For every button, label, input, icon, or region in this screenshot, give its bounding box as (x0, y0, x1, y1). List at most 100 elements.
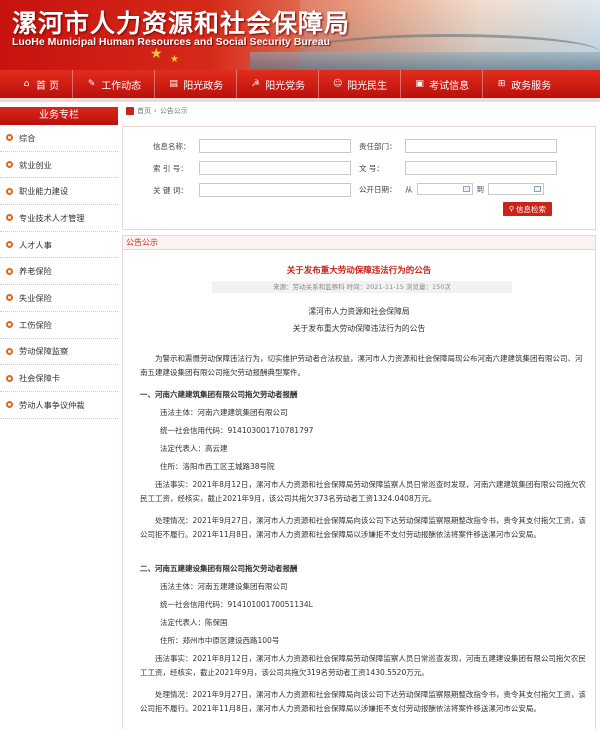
calendar-icon[interactable] (534, 186, 541, 192)
section-1-legal-rep: 法定代表人：高云建 (160, 444, 228, 453)
section-1-handling: 处理情况：2021年9月27日，漯河市人力资源和社会保障局向该公司下达劳动保障监… (140, 516, 586, 539)
article-title: 关于发布重大劳动保障违法行为的公告 (286, 266, 432, 276)
sidebar-header: 业务专栏 (0, 107, 118, 125)
sidebar-item-vocational-skills[interactable]: 职业能力建设 (0, 178, 118, 206)
sidebar-item-unemployment[interactable]: 失业保险 (0, 285, 118, 312)
index-no-label: 索 引 号： (153, 163, 188, 173)
responsible-dept-input[interactable] (405, 139, 557, 153)
section-2-legal-rep: 法定代表人：陈保国 (160, 618, 228, 627)
date-to-input[interactable] (488, 183, 544, 195)
sidebar-item-work-injury[interactable]: 工伤保险 (0, 312, 118, 339)
section-1-address: 住所：洛阳市西工区王城路38号院 (160, 462, 275, 471)
section-1-facts: 违法事实：2021年8月12日，漯河市人力资源和社会保障局劳动保障监察人员日常巡… (140, 480, 586, 503)
document-icon: ▤ (169, 78, 178, 89)
calendar-icon[interactable] (462, 186, 470, 192)
party-emblem-icon: ☭ (251, 78, 260, 89)
article-meta: 来源：劳动关系和监察科 时间：2021-11-15 浏览量：150次 (212, 281, 512, 293)
site-title: 漯河市人力资源和社会保障局 (12, 9, 351, 38)
star-icon: ★ (170, 54, 179, 65)
site-banner: ★ ★ 漯河市人力资源和社会保障局 LuoHe Municipal Human … (0, 0, 600, 70)
notice-section-title: 公告公示 (123, 236, 595, 250)
sidebar-item-general[interactable]: 综合 (0, 125, 118, 152)
section-1-entity: 违法主体：河南六建建筑集团有限公司 (160, 408, 288, 417)
bullet-icon (6, 134, 13, 142)
keywords-label: 关 键 词： (153, 185, 188, 195)
sidebar-item-arbitration[interactable]: 劳动人事争议仲裁 (0, 392, 118, 419)
nav-work-news[interactable]: ✎ 工作动态 (73, 70, 156, 98)
nav-government-affairs[interactable]: ▤ 阳光政务 (155, 70, 238, 98)
section-2-entity: 违法主体：河南五建建设集团有限公司 (160, 582, 288, 591)
bullet-icon (6, 241, 13, 249)
main-nav: ⌂ 首 页 ✎ 工作动态 ▤ 阳光政务 ☭ 阳光党务 ☺ 阳光民生 ▣ 考试信息… (0, 70, 600, 98)
index-no-input[interactable] (199, 161, 351, 175)
sidebar-item-employment[interactable]: 就业创业 (0, 152, 118, 179)
breadcrumb-home[interactable]: 首页 (137, 106, 151, 116)
nav-livelihood[interactable]: ☺ 阳光民生 (319, 70, 402, 98)
nav-label: 工作动态 (101, 80, 142, 92)
date-from-label: 从 (405, 184, 413, 194)
bullet-icon (6, 321, 13, 329)
search-icon: ⚲ (508, 205, 514, 213)
bullet-icon (6, 187, 13, 195)
search-button-label: 信息检索 (516, 204, 546, 214)
doc-no-label: 文 号： (359, 163, 384, 173)
grid-icon: ⊞ (497, 78, 506, 89)
sidebar-item-talent-personnel[interactable]: 人才人事 (0, 232, 118, 259)
bullet-icon (6, 374, 13, 382)
info-search-button[interactable]: ⚲ 信息检索 (502, 202, 552, 216)
home-icon (126, 107, 134, 115)
sidebar-item-label: 工伤保险 (19, 319, 52, 330)
people-icon: ☺ (332, 78, 343, 89)
section-2-facts: 违法事实：2021年8月12日，漯河市人力资源和社会保障局劳动保障监察人员日常巡… (140, 654, 586, 677)
sidebar-item-labor-inspection[interactable]: 劳动保障监察 (0, 339, 118, 366)
sidebar-item-social-security-card[interactable]: 社会保障卡 (0, 365, 118, 392)
section-2-credit-code: 统一社会信用代码：91410100170051134L (160, 600, 313, 609)
article-issuer: 漯河市人力资源和社会保障局 (308, 307, 410, 316)
sidebar-item-label: 职业能力建设 (19, 186, 69, 197)
sidebar-item-label: 社会保障卡 (19, 373, 60, 384)
sidebar-item-pension[interactable]: 养老保险 (0, 258, 118, 286)
breadcrumb-current[interactable]: 公告公示 (160, 106, 188, 116)
date-to-label: 到 (476, 184, 485, 194)
sidebar-item-label: 劳动人事争议仲裁 (19, 399, 85, 410)
nav-label: 阳光党务 (265, 80, 306, 92)
bullet-icon (6, 161, 13, 169)
nav-home[interactable]: ⌂ 首 页 (8, 70, 74, 98)
chat-icon: ✎ (87, 78, 96, 89)
main-content: 首页 › 公告公示 信息名称： 责任部门： 索 引 号： 文 号： 关 键 词：… (122, 104, 596, 729)
section-2-heading: 二、河南五建建设集团有限公司拖欠劳动者报酬 (140, 564, 298, 573)
article-intro: 为警示和震慑劳动保障违法行为，切实维护劳动者合法权益，漯河市人力资源和社会保障局… (140, 354, 583, 377)
breadcrumb-separator: › (154, 107, 157, 115)
article-subtitle: 关于发布重大劳动保障违法行为的公告 (292, 324, 426, 333)
banner-water (250, 52, 600, 70)
site-title-en: LuoHe Municipal Human Resources and Soci… (12, 36, 330, 48)
nav-label: 阳光民生 (347, 80, 388, 92)
nav-exam-info[interactable]: ▣ 考试信息 (401, 70, 484, 98)
date-from-input[interactable] (416, 183, 473, 195)
section-2-address: 住所：郑州市中原区建设西路100号 (160, 636, 280, 645)
breadcrumb: 首页 › 公告公示 (122, 104, 596, 118)
sidebar-item-label: 综合 (19, 132, 36, 143)
nav-party-affairs[interactable]: ☭ 阳光党务 (237, 70, 320, 98)
sidebar-item-label: 失业保险 (19, 292, 52, 303)
bullet-icon (6, 214, 13, 222)
info-name-input[interactable] (199, 139, 351, 153)
bullet-icon (6, 401, 13, 409)
info-name-label: 信息名称： (153, 141, 191, 151)
sidebar-item-label: 劳动保障监察 (19, 346, 69, 357)
sidebar-item-technical-talent[interactable]: 专业技术人才管理 (0, 205, 118, 232)
publish-date-label: 公开日期： (359, 184, 397, 194)
responsible-dept-label: 责任部门： (359, 141, 397, 151)
doc-no-input[interactable] (405, 161, 557, 175)
home-icon: ⌂ (23, 78, 30, 89)
nav-label: 阳光政务 (183, 80, 224, 92)
keywords-input[interactable] (199, 183, 351, 197)
bullet-icon (6, 267, 13, 275)
section-1-heading: 一、河南六建建筑集团有限公司拖欠劳动者报酬 (140, 390, 298, 399)
nav-gov-services[interactable]: ⊞ 政务服务 (483, 70, 564, 98)
info-icon: ▣ (415, 78, 424, 89)
sidebar-item-label: 专业技术人才管理 (19, 212, 85, 223)
star-icon: ★ (150, 46, 163, 62)
section-1-credit-code: 统一社会信用代码：914103001710781797 (160, 426, 314, 435)
nav-label: 考试信息 (429, 80, 470, 92)
